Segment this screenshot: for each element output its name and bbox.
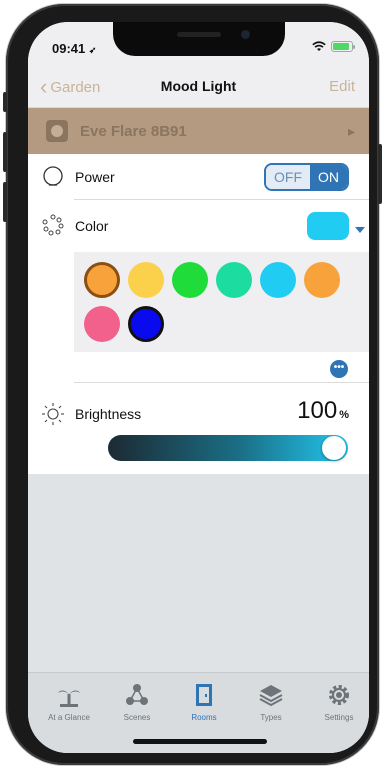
color-option[interactable] bbox=[128, 262, 164, 298]
tab-types[interactable]: Types bbox=[238, 681, 304, 722]
brightness-unit: % bbox=[339, 409, 349, 421]
color-option[interactable] bbox=[128, 306, 164, 342]
power-row: Power OFF ON bbox=[28, 154, 369, 200]
status-indicators bbox=[312, 41, 355, 52]
color-option[interactable] bbox=[84, 262, 120, 298]
time-text: 09:41 bbox=[52, 41, 86, 56]
scenes-icon bbox=[104, 681, 170, 709]
wifi-icon bbox=[312, 41, 326, 51]
empty-content-area bbox=[28, 474, 369, 672]
phone-frame: 09:41 ➶ ‹ Garden Mood Light Edit Eve Fla… bbox=[3, 4, 382, 765]
chevron-right-icon: ▸ bbox=[347, 122, 355, 139]
battery-icon bbox=[331, 41, 355, 52]
power-on-option[interactable]: ON bbox=[310, 165, 347, 189]
brightness-slider-thumb[interactable] bbox=[322, 436, 346, 460]
tab-at-a-glance[interactable]: At a Glance bbox=[36, 681, 102, 722]
color-option[interactable] bbox=[260, 262, 296, 298]
palm-tree-icon bbox=[36, 681, 102, 709]
color-label: Color bbox=[75, 218, 109, 234]
color-option[interactable] bbox=[84, 306, 120, 342]
home-indicator[interactable] bbox=[133, 739, 267, 744]
mute-switch bbox=[3, 92, 7, 112]
status-time: 09:41 ➶ bbox=[52, 41, 96, 56]
tab-label: At a Glance bbox=[48, 713, 90, 722]
color-row: Color bbox=[28, 200, 369, 252]
door-icon bbox=[171, 681, 237, 709]
power-toggle[interactable]: OFF ON bbox=[264, 163, 349, 191]
side-power-button bbox=[378, 144, 382, 204]
power-label: Power bbox=[75, 169, 115, 185]
color-option[interactable] bbox=[172, 262, 208, 298]
selected-color-swatch[interactable] bbox=[307, 212, 349, 240]
brightness-number: 100 bbox=[297, 397, 338, 424]
tab-label: Settings bbox=[324, 713, 354, 722]
volume-up-button bbox=[3, 132, 7, 172]
tab-label: Scenes bbox=[123, 713, 151, 722]
accessory-name: Eve Flare 8B91 bbox=[80, 122, 187, 140]
sun-icon bbox=[42, 403, 64, 425]
tab-scenes[interactable]: Scenes bbox=[104, 681, 170, 722]
color-option[interactable] bbox=[304, 262, 340, 298]
color-option[interactable] bbox=[216, 262, 252, 298]
dropdown-arrow-icon[interactable] bbox=[355, 227, 365, 233]
tab-rooms[interactable]: Rooms bbox=[171, 681, 237, 722]
tab-label: Types bbox=[260, 713, 282, 722]
bulb-icon bbox=[43, 166, 63, 186]
tab-settings[interactable]: Settings bbox=[306, 681, 369, 722]
accessory-row[interactable]: Eve Flare 8B91 ▸ bbox=[28, 108, 369, 154]
screen: 09:41 ➶ ‹ Garden Mood Light Edit Eve Fla… bbox=[28, 22, 369, 753]
color-palette bbox=[74, 252, 369, 352]
gear-icon bbox=[306, 681, 369, 709]
brightness-label: Brightness bbox=[75, 406, 142, 422]
tab-label: Rooms bbox=[191, 713, 217, 722]
accessory-icon bbox=[46, 120, 68, 142]
speaker-grille bbox=[177, 32, 221, 37]
brightness-slider[interactable] bbox=[108, 435, 348, 461]
location-arrow-icon: ➶ bbox=[88, 45, 97, 55]
power-off-option[interactable]: OFF bbox=[266, 165, 310, 189]
edit-button[interactable]: Edit bbox=[329, 78, 355, 95]
layers-icon bbox=[238, 681, 304, 709]
brightness-value: 100% bbox=[297, 397, 349, 425]
page-title: Mood Light bbox=[160, 78, 237, 94]
color-wheel-icon bbox=[42, 214, 64, 236]
notch bbox=[113, 22, 285, 56]
volume-down-button bbox=[3, 182, 7, 222]
navigation-bar: ‹ Garden Mood Light Edit bbox=[28, 66, 369, 108]
front-camera bbox=[241, 30, 250, 39]
more-colors-button[interactable]: ••• bbox=[330, 360, 348, 378]
